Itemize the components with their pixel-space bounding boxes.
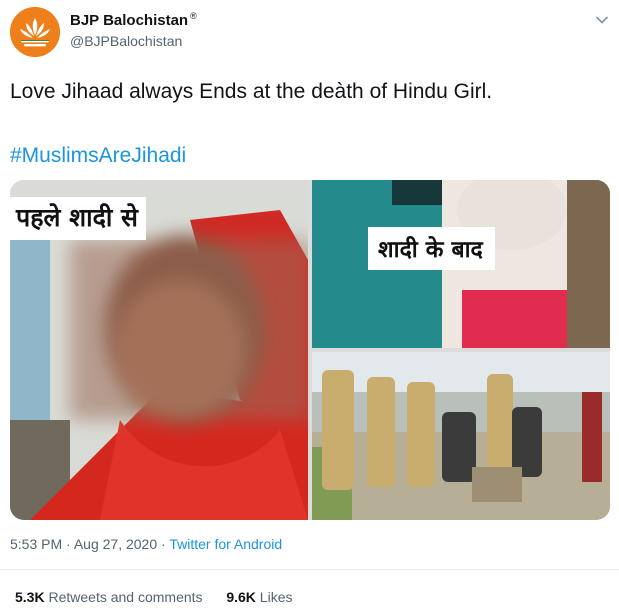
tweet-time[interactable]: 5:53 PM — [10, 536, 62, 552]
retweets-stat[interactable]: 5.3K Retweets and comments — [15, 589, 203, 605]
registered-mark: ® — [190, 11, 197, 21]
retweets-count: 5.3K — [15, 589, 45, 605]
caption-after-wedding: शादी के बाद — [368, 227, 495, 270]
tweet-source-link[interactable]: Twitter for Android — [169, 536, 282, 552]
likes-count: 9.6K — [226, 589, 256, 605]
meta-separator-2: · — [161, 536, 166, 552]
retweets-label: Retweets and comments — [48, 589, 203, 605]
caption-before-wedding: पहले शादी से — [10, 197, 146, 240]
photo-after-wedding[interactable]: शादी के बाद — [312, 180, 610, 348]
account-handle[interactable]: @BJPBalochistan — [70, 33, 182, 49]
avatar[interactable] — [10, 7, 60, 57]
tweet-text: Love Jihaad always Ends at the deàth of … — [10, 80, 493, 103]
meta-separator: · — [66, 536, 71, 552]
tweet-card: BJP Balochistan ® @BJPBalochistan Love Ji… — [0, 0, 619, 612]
tweet-stats: 5.3K Retweets and comments 9.6K Likes — [15, 589, 292, 605]
divider — [0, 569, 619, 570]
hashtag-link[interactable]: #MuslimsAreJihadi — [10, 144, 186, 168]
likes-label: Likes — [259, 589, 293, 605]
media-grid: पहले शादी से शादी के बाद — [10, 180, 610, 520]
chevron-down-icon[interactable] — [594, 12, 610, 28]
tweet-meta: 5:53 PM · Aug 27, 2020 · Twitter for And… — [10, 536, 282, 552]
likes-stat[interactable]: 9.6K Likes — [226, 589, 292, 605]
photo-police-scene-image — [312, 352, 610, 520]
display-name[interactable]: BJP Balochistan ® — [70, 11, 197, 29]
tweet-date[interactable]: Aug 27, 2020 — [74, 536, 157, 552]
photo-before-wedding[interactable]: पहले शादी से — [10, 180, 308, 520]
lotus-logo-icon — [10, 7, 60, 57]
photo-police-scene[interactable] — [312, 352, 610, 520]
